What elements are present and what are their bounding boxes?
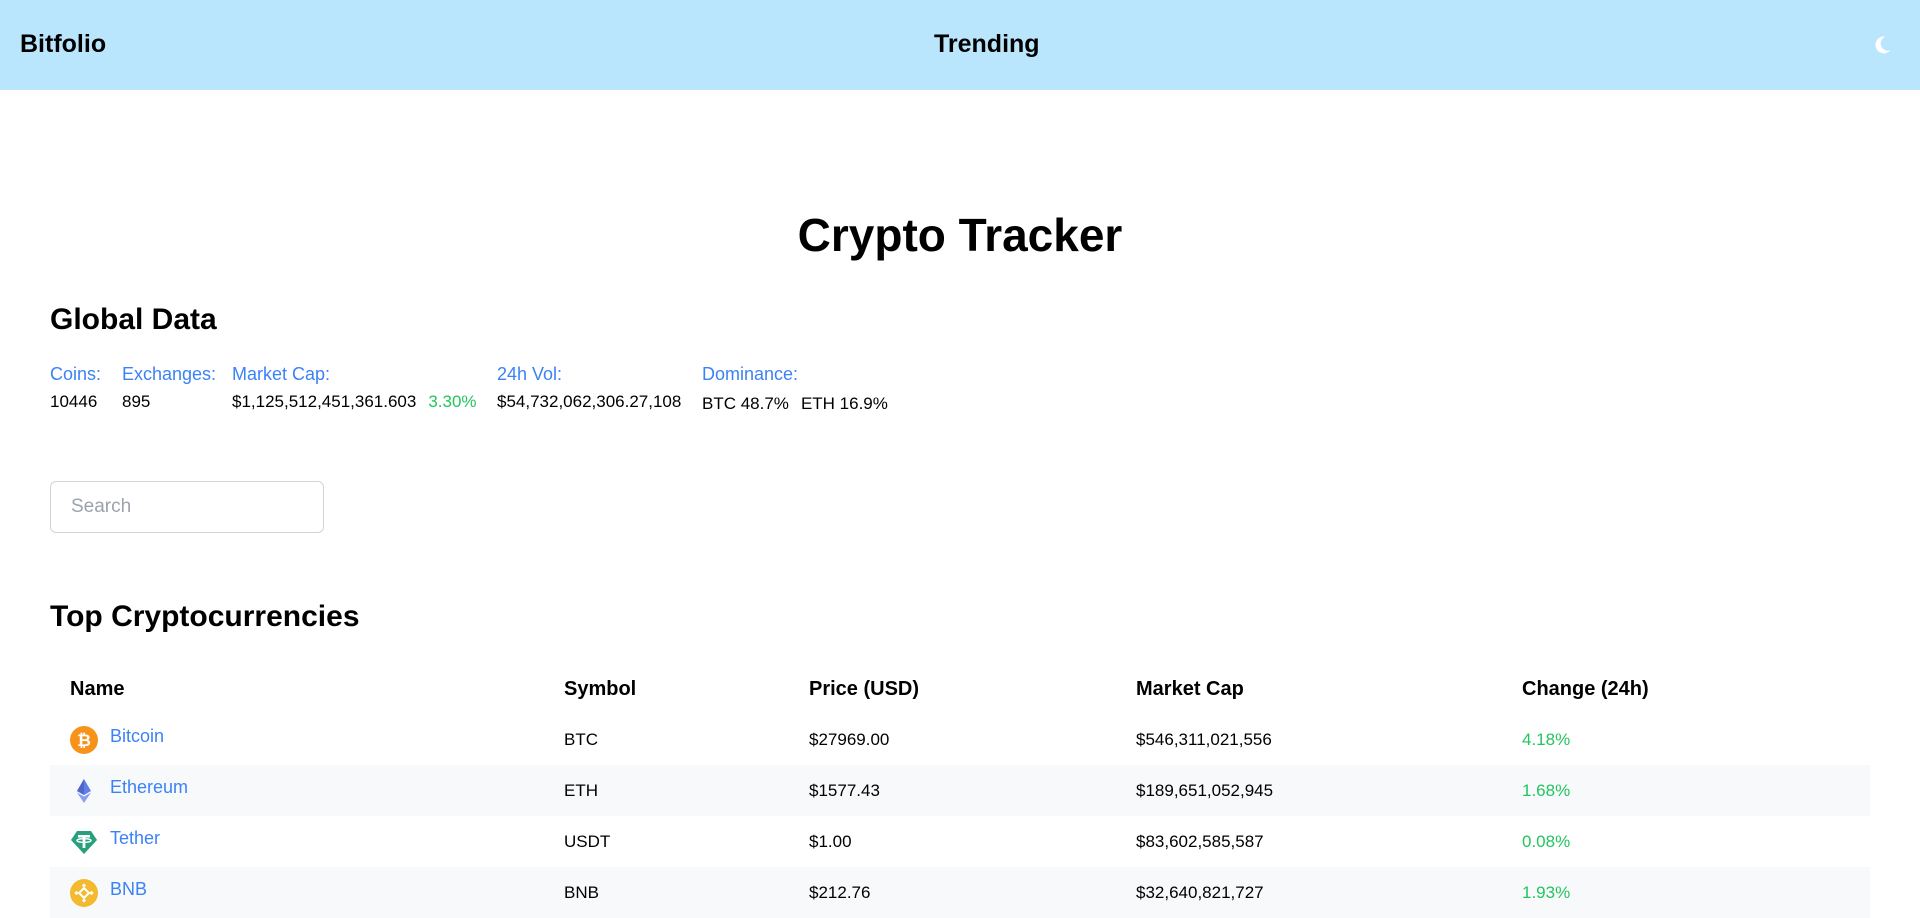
coin-change: 4.18% — [1522, 729, 1571, 749]
header-market-cap: Market Cap — [1136, 677, 1244, 700]
stat-dominance-btc: BTC 48.7% — [702, 394, 789, 413]
stat-market-cap-value: $1,125,512,451,361.603 — [232, 392, 417, 411]
coin-market-cap: $189,651,052,945 — [1116, 765, 1502, 816]
stat-coins-value: 10446 — [50, 392, 98, 411]
nav-trending-link[interactable]: Trending — [934, 30, 1040, 59]
coin-name-cell: BNB — [50, 867, 544, 918]
coin-name-cell: Ethereum — [50, 765, 544, 816]
coin-symbol: USDT — [564, 831, 611, 851]
stat-exchanges-label: Exchanges: — [122, 364, 217, 384]
coin-symbol: BTC — [564, 729, 598, 749]
table-row[interactable]: ₿ Bitcoin BTC $27969.00 $546,311,021,556… — [50, 714, 1870, 765]
ethereum-icon — [70, 777, 98, 805]
table-row[interactable]: Tether USDT $1.00 $83,602,585,587 0.08% — [50, 816, 1870, 867]
coin-change: 0.08% — [1522, 831, 1571, 851]
coin-link-ethereum[interactable]: Ethereum — [110, 777, 188, 798]
global-data-title: Global Data — [50, 303, 217, 336]
stat-dominance-eth: ETH 16.9% — [800, 394, 888, 413]
stat-market-cap-label: Market Cap: — [232, 364, 331, 384]
stat-exchanges-value: 895 — [122, 392, 151, 411]
coin-change: 1.68% — [1502, 765, 1870, 816]
coin-link-bnb[interactable]: BNB — [110, 879, 147, 900]
header-name: Name — [70, 677, 125, 700]
stat-volume-value: $54,732,062,306.27,108 — [497, 392, 682, 411]
table-row[interactable]: Ethereum ETH $1577.43 $189,651,052,945 1… — [50, 765, 1870, 816]
stat-market-cap: Market Cap: $1,125,512,451,361.603 3.30% — [232, 363, 477, 413]
coin-change: 1.93% — [1502, 867, 1870, 918]
crypto-table: Name Symbol Price (USD) Market Cap Chang… — [50, 664, 1870, 918]
svg-text:₿: ₿ — [77, 731, 91, 751]
stat-volume-label: 24h Vol: — [497, 364, 563, 384]
coin-link-bitcoin[interactable]: Bitcoin — [110, 726, 164, 747]
stat-exchanges: Exchanges: 895 — [122, 363, 216, 413]
top-navbar: Bitfolio Trending — [0, 0, 1920, 90]
tether-icon — [70, 828, 98, 856]
header-change: Change (24h) — [1522, 677, 1649, 700]
coin-symbol: BNB — [544, 867, 789, 918]
stat-coins: Coins: 10446 — [50, 363, 101, 413]
page-title: Crypto Tracker — [797, 209, 1123, 261]
stat-dominance-row: BTC 48.7% ETH 16.9% — [702, 393, 888, 415]
table-row[interactable]: BNB BNB $212.76 $32,640,821,727 1.93% — [50, 867, 1870, 918]
coin-name-cell: Tether — [50, 816, 544, 867]
table-header-row: Name Symbol Price (USD) Market Cap Chang… — [50, 664, 1870, 714]
coin-price: $1577.43 — [789, 765, 1116, 816]
coin-link-tether[interactable]: Tether — [110, 828, 160, 849]
coin-price: $212.76 — [789, 867, 1116, 918]
brand-logo-link[interactable]: Bitfolio — [20, 30, 106, 59]
header-price: Price (USD) — [809, 677, 920, 700]
stat-market-cap-change: 3.30% — [428, 392, 477, 411]
stat-dominance-label: Dominance: — [702, 364, 799, 384]
stat-coins-label: Coins: — [50, 364, 102, 384]
coin-name-cell: ₿ Bitcoin — [50, 714, 544, 765]
moon-icon[interactable] — [1870, 33, 1894, 57]
stat-dominance: Dominance: BTC 48.7% ETH 16.9% — [702, 363, 888, 415]
coin-price: $27969.00 — [809, 729, 890, 749]
coin-market-cap: $32,640,821,727 — [1116, 867, 1502, 918]
coin-market-cap: $83,602,585,587 — [1136, 831, 1264, 851]
bitcoin-icon: ₿ — [70, 725, 98, 754]
stat-market-cap-row: $1,125,512,451,361.603 3.30% — [232, 391, 477, 413]
coin-price: $1.00 — [809, 831, 852, 851]
header-symbol: Symbol — [564, 677, 637, 700]
bnb-icon — [70, 878, 98, 907]
search-input[interactable] — [50, 481, 324, 533]
stat-volume: 24h Vol: $54,732,062,306.27,108 — [497, 363, 681, 413]
coin-market-cap: $546,311,021,556 — [1136, 729, 1272, 749]
top-cryptocurrencies-title: Top Cryptocurrencies — [50, 600, 360, 633]
coin-symbol: ETH — [544, 765, 789, 816]
